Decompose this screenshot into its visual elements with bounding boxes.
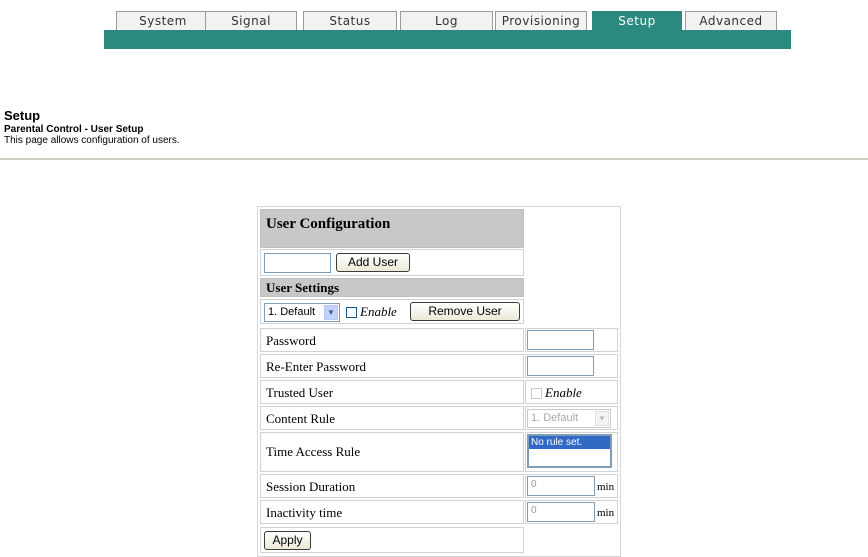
trusted-user-label-cell: Trusted User bbox=[260, 380, 524, 404]
apply-button[interactable]: Apply bbox=[264, 531, 311, 550]
remove-user-button[interactable]: Remove User bbox=[410, 302, 520, 321]
time-access-label: Time Access Rule bbox=[266, 444, 361, 459]
content-rule-label-cell: Content Rule bbox=[260, 406, 524, 430]
trusted-user-input-cell: Enable bbox=[525, 380, 618, 404]
user-enable-checkbox[interactable] bbox=[346, 307, 357, 318]
chevron-down-icon: ▼ bbox=[595, 411, 609, 426]
tab-advanced[interactable]: Advanced bbox=[685, 11, 777, 30]
reenter-password-input[interactable] bbox=[527, 356, 594, 376]
user-settings-title: User Settings bbox=[266, 280, 340, 295]
password-label: Password bbox=[266, 333, 316, 348]
content-rule-select[interactable]: 1. Default ▼ bbox=[527, 409, 611, 428]
session-duration-label-cell: Session Duration bbox=[260, 474, 524, 498]
password-label-cell: Password bbox=[260, 328, 524, 352]
inactivity-label: Inactivity time bbox=[266, 505, 343, 520]
reenter-password-label: Re-Enter Password bbox=[266, 359, 367, 374]
trusted-user-label: Trusted User bbox=[266, 385, 334, 400]
content-rule-value: 1. Default bbox=[531, 412, 579, 424]
user-settings-header: User Settings bbox=[260, 278, 524, 297]
header-divider bbox=[0, 158, 868, 160]
session-duration-unit: min bbox=[597, 481, 615, 493]
user-select[interactable]: 1. Default ▼ bbox=[264, 303, 340, 322]
tab-log[interactable]: Log bbox=[400, 11, 493, 30]
time-access-input-cell: No rule set. bbox=[525, 432, 618, 472]
inactivity-unit: min bbox=[597, 507, 615, 519]
tab-provisioning[interactable]: Provisioning bbox=[495, 11, 587, 30]
user-select-value: 1. Default bbox=[268, 306, 316, 318]
apply-row: Apply bbox=[260, 527, 524, 553]
page-title: Setup bbox=[4, 108, 41, 123]
add-user-row: Add User bbox=[260, 249, 524, 276]
content-rule-input-cell: 1. Default ▼ bbox=[525, 406, 618, 430]
add-user-button[interactable]: Add User bbox=[336, 253, 410, 272]
trusted-enable-label: Enable bbox=[545, 385, 582, 400]
main-tabs: System Signal Status Log Provisioning Se… bbox=[116, 11, 792, 30]
session-duration-input-cell: 0 min bbox=[525, 474, 618, 498]
session-duration-label: Session Duration bbox=[266, 479, 356, 494]
inactivity-input-cell: 0 min bbox=[525, 500, 618, 524]
reenter-password-input-cell bbox=[525, 354, 618, 378]
tab-bar bbox=[104, 30, 791, 49]
inactivity-input[interactable]: 0 bbox=[527, 502, 595, 522]
time-access-option[interactable]: No rule set. bbox=[529, 436, 610, 449]
page-subtitle: Parental Control - User Setup bbox=[4, 124, 144, 135]
tab-setup[interactable]: Setup bbox=[592, 11, 682, 30]
content-rule-label: Content Rule bbox=[266, 411, 335, 426]
time-access-label-cell: Time Access Rule bbox=[260, 432, 524, 472]
user-config-header: User Configuration bbox=[260, 209, 524, 248]
user-select-row: 1. Default ▼ Enable Remove User bbox=[260, 299, 524, 324]
chevron-down-icon: ▼ bbox=[324, 305, 338, 320]
user-config-title: User Configuration bbox=[266, 216, 391, 232]
tab-signal[interactable]: Signal bbox=[205, 11, 297, 30]
user-enable-label: Enable bbox=[360, 304, 397, 319]
session-duration-input[interactable]: 0 bbox=[527, 476, 595, 496]
tab-status[interactable]: Status bbox=[303, 11, 397, 30]
password-input-cell bbox=[525, 328, 618, 352]
reenter-password-label-cell: Re-Enter Password bbox=[260, 354, 524, 378]
password-input[interactable] bbox=[527, 330, 594, 350]
time-access-listbox[interactable]: No rule set. bbox=[527, 434, 612, 468]
tab-system[interactable]: System bbox=[116, 11, 210, 30]
page-description: This page allows configuration of users. bbox=[4, 135, 180, 146]
user-setup-form: User Configuration Add User User Setting… bbox=[257, 206, 621, 557]
inactivity-label-cell: Inactivity time bbox=[260, 500, 524, 524]
new-user-input[interactable] bbox=[264, 253, 331, 273]
trusted-user-checkbox[interactable] bbox=[531, 388, 542, 399]
